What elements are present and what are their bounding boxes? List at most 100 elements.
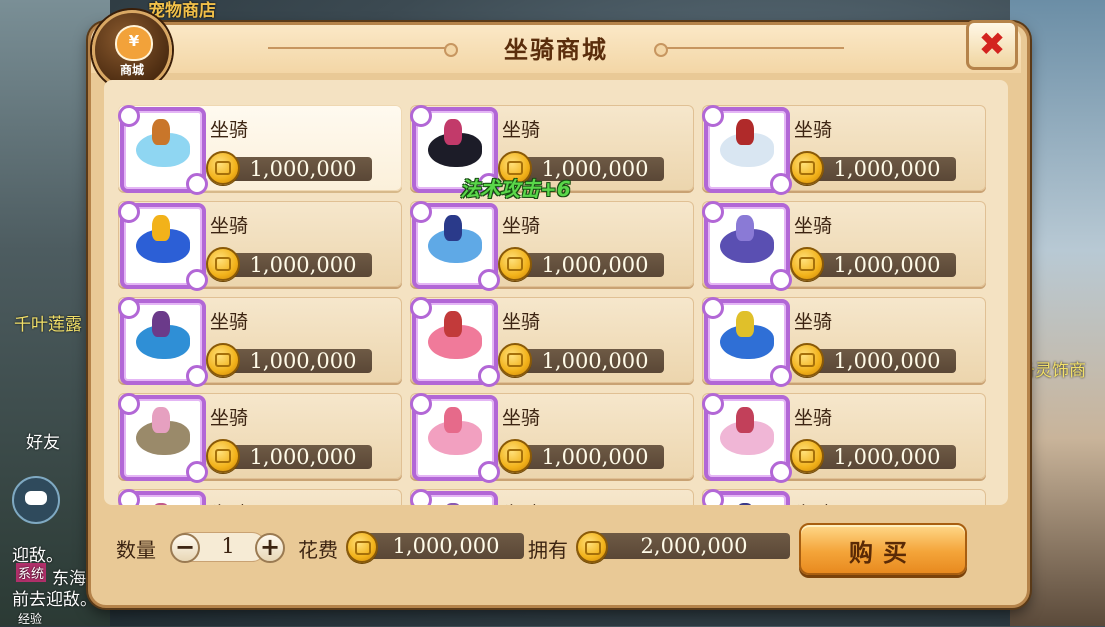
gold-coin-icon: [498, 343, 532, 377]
mount-item-card[interactable]: 坐骑 1,000,000: [702, 297, 986, 387]
mount-item-card[interactable]: 坐骑 1,000,000: [118, 297, 402, 387]
rider-image: [152, 119, 170, 145]
mount-thumbnail[interactable]: [118, 489, 206, 505]
mount-name: 坐骑: [794, 215, 833, 237]
price-bar: 1,000,000: [806, 157, 956, 181]
item-grid[interactable]: 坐骑 1,000,000 坐骑 1,000,000 坐骑 1,000,000 坐骑 1,000…: [104, 80, 1008, 505]
mount-price: 1,000,000: [833, 349, 941, 373]
mount-name: 坐骑: [210, 407, 249, 429]
price-bar: 1,000,000: [222, 253, 372, 277]
mount-name: 坐骑: [502, 215, 541, 237]
rider-image: [736, 215, 754, 241]
rider-image: [152, 407, 170, 433]
frame-ornament: [770, 269, 792, 291]
mount-name: 坐骑: [794, 119, 833, 141]
price-bar: 1,000,000: [806, 349, 956, 373]
close-button[interactable]: ✖: [966, 20, 1018, 70]
frame-ornament: [118, 201, 140, 223]
shop-badge-label: 商城: [119, 63, 144, 77]
mount-item-card[interactable]: 坐骑: [702, 489, 986, 505]
price-bar: 1,000,000: [514, 445, 664, 469]
mount-price: 1,000,000: [833, 253, 941, 277]
cost-value: 1,000,000: [392, 534, 500, 558]
price-bar: 1,000,000: [222, 157, 372, 181]
mount-thumbnail[interactable]: [118, 201, 208, 291]
gold-coin-icon: [206, 439, 240, 473]
price-bar: 1,000,000: [806, 253, 956, 277]
frame-ornament: [770, 365, 792, 387]
gold-coin-icon: [498, 247, 532, 281]
gold-coin-icon: [790, 151, 824, 185]
mount-item-card[interactable]: 坐骑: [118, 489, 402, 505]
mount-name: 坐骑: [794, 407, 833, 429]
mount-item-card[interactable]: 坐骑 1,000,000: [118, 393, 402, 483]
mount-thumbnail[interactable]: [410, 201, 500, 291]
price-bar: 1,000,000: [222, 349, 372, 373]
owned-value: 2,000,000: [640, 534, 748, 558]
mount-thumbnail[interactable]: [702, 297, 792, 387]
mount-price: 1,000,000: [249, 253, 357, 277]
mount-item-card[interactable]: 坐骑 1,000,000: [118, 105, 402, 195]
frame-ornament: [118, 105, 140, 127]
mount-item-card[interactable]: 坐骑 1,000,000: [410, 393, 694, 483]
frame-ornament: [478, 365, 500, 387]
increase-quantity-button[interactable]: +: [255, 533, 285, 563]
mount-thumbnail[interactable]: [118, 393, 208, 483]
rider-image: [444, 119, 462, 145]
frame-ornament: [478, 269, 500, 291]
frame-ornament: [702, 393, 724, 415]
mount-item-card[interactable]: 坐骑: [410, 489, 694, 505]
rider-image: [152, 215, 170, 241]
dialog-title: 坐骑商城: [504, 36, 608, 64]
mount-item-card[interactable]: 坐骑 1,000,000: [702, 393, 986, 483]
buy-button[interactable]: 购买: [799, 523, 967, 575]
rider-image: [444, 503, 462, 505]
mount-item-card[interactable]: 坐骑 1,000,000: [702, 105, 986, 195]
gold-coin-icon: [206, 151, 240, 185]
rider-image: [444, 215, 462, 241]
minus-icon: −: [174, 533, 196, 561]
mount-thumbnail[interactable]: [702, 105, 792, 195]
frame-ornament: [702, 105, 724, 127]
mount-thumbnail[interactable]: [410, 393, 500, 483]
chat-icon[interactable]: [12, 476, 60, 524]
mount-shop-dialog: 坐骑商城 ¥ 商城 ✖ 坐骑 1,000,000 坐骑 1,000,000 坐骑 1,00…: [88, 10, 1030, 608]
decrease-quantity-button[interactable]: −: [170, 533, 200, 563]
mount-thumbnail[interactable]: [702, 201, 792, 291]
rider-image: [444, 311, 462, 337]
frame-ornament: [702, 297, 724, 319]
bg-chat-tag: 系统: [16, 563, 47, 582]
mount-item-card[interactable]: 坐骑 1,000,000: [410, 297, 694, 387]
mount-item-card[interactable]: 坐骑 1,000,000: [410, 201, 694, 291]
mount-name: 坐骑: [502, 407, 541, 429]
mount-price: 1,000,000: [249, 445, 357, 469]
frame-ornament: [410, 393, 432, 415]
mount-price: 1,000,000: [541, 349, 649, 373]
mount-thumbnail[interactable]: [118, 297, 208, 387]
mount-thumbnail[interactable]: [702, 489, 790, 505]
rider-image: [736, 503, 754, 505]
mount-price: 1,000,000: [541, 253, 649, 277]
gold-coin-icon: [790, 247, 824, 281]
mount-item-card[interactable]: 坐骑 1,000,000: [118, 201, 402, 291]
cost-label: 花费: [298, 538, 338, 562]
mount-name: 坐骑: [502, 499, 540, 505]
frame-ornament: [410, 201, 432, 223]
gold-coin-icon: [790, 439, 824, 473]
yen-symbol: ¥: [128, 32, 140, 50]
mount-thumbnail[interactable]: [410, 489, 498, 505]
gold-coin-icon: [206, 247, 240, 281]
price-bar: 1,000,000: [222, 445, 372, 469]
frame-ornament: [478, 461, 500, 483]
bg-pet-name: 千叶莲露: [14, 315, 82, 335]
price-bar: 1,000,000: [514, 349, 664, 373]
mount-thumbnail[interactable]: [410, 297, 500, 387]
mount-thumbnail[interactable]: [118, 105, 208, 195]
mount-price: 1,000,000: [833, 445, 941, 469]
mount-name: 坐骑: [210, 119, 249, 141]
frame-ornament: [702, 489, 724, 505]
mount-name: 坐骑: [210, 311, 249, 333]
mount-item-card[interactable]: 坐骑 1,000,000: [702, 201, 986, 291]
mount-thumbnail[interactable]: [702, 393, 792, 483]
price-bar: 1,000,000: [514, 253, 664, 277]
